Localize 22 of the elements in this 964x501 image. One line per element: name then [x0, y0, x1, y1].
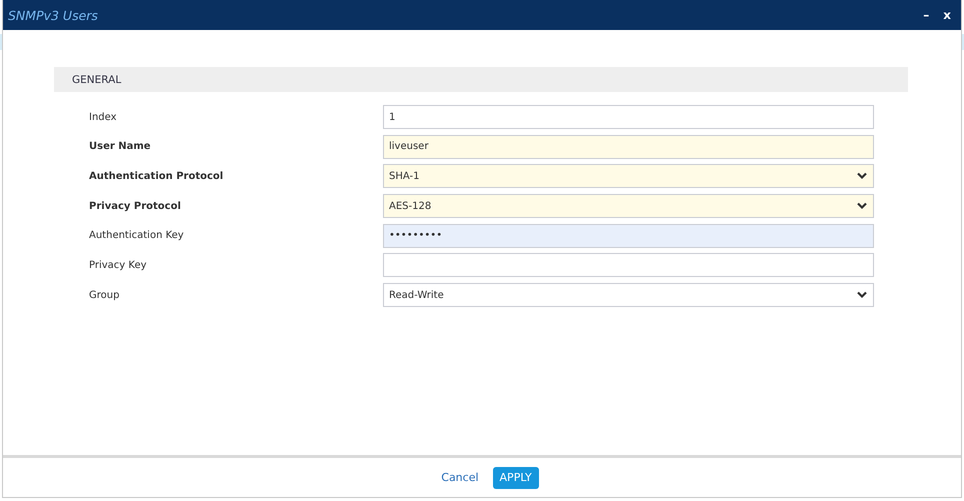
field-label: Privacy Key — [88, 260, 148, 271]
minimize-button[interactable]: – — [919, 8, 934, 22]
input-field[interactable]: 1 — [383, 105, 874, 129]
dropdown-field[interactable]: AES-128 — [383, 194, 874, 218]
dropdown-field[interactable]: SHA-1 — [383, 164, 874, 188]
field-label: Index — [88, 112, 118, 122]
input-field[interactable]: liveuser — [383, 134, 874, 159]
password-field[interactable]: ••••••••• — [383, 224, 874, 248]
chevron-down-icon — [857, 202, 867, 210]
cancel-link[interactable]: Cancel — [437, 469, 483, 486]
close-button[interactable]: x — [939, 8, 955, 22]
field-label: Authentication Protocol — [88, 170, 224, 182]
chevron-down-icon — [857, 291, 867, 300]
field-label: Privacy Protocol — [88, 200, 182, 212]
chevron-down-icon — [857, 172, 867, 180]
field-label: User Name — [88, 141, 152, 152]
window-title: SNMPv3 Users — [8, 8, 99, 22]
password-field[interactable] — [383, 253, 874, 278]
field-label: Group — [88, 290, 120, 301]
dropdown-field[interactable]: Read-Write — [383, 283, 874, 308]
section-header: GENERAL — [54, 67, 908, 92]
field-label: Authentication Key — [88, 230, 185, 242]
